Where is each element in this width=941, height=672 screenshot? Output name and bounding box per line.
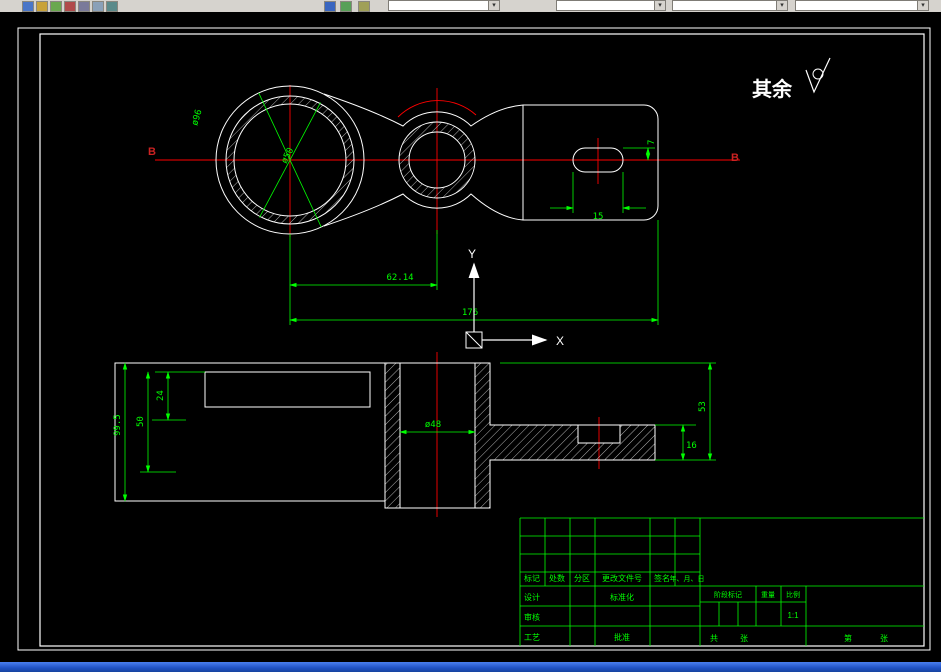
titleblock-weight: 重量: [761, 591, 775, 599]
dim-total-depth: 99.5: [113, 414, 123, 436]
toolbar-icon-pan[interactable]: [106, 1, 118, 12]
toolbar-icon-layer-prev[interactable]: [358, 1, 370, 12]
titleblock-rev-date: 年、月、日: [670, 574, 705, 583]
toolbar-color-combobox[interactable]: ▾: [556, 0, 666, 11]
toolbar-lineweight-combobox[interactable]: ▾: [795, 0, 929, 11]
titleblock-process: 工艺: [524, 633, 540, 642]
ucs-icon: Y X: [465, 247, 564, 349]
roughness-symbol-icon: [805, 57, 831, 94]
dim-bore-depth: 50: [136, 416, 146, 427]
section-outline: [114, 362, 656, 509]
toolbar-icon-layer[interactable]: [324, 1, 336, 12]
toolbar-icon-new[interactable]: [22, 1, 34, 12]
ucs-x-label: X: [556, 334, 564, 348]
surface-roughness-note: 其余: [752, 57, 831, 101]
toolbar-icon-save[interactable]: [50, 1, 62, 12]
titleblock-stage-mark: 阶段标记: [714, 590, 742, 599]
dim-bore-diameter: ø50: [280, 146, 296, 165]
taskbar[interactable]: [0, 662, 941, 672]
titleblock-rev-sign: 签名: [654, 573, 670, 583]
titleblock-sheet-index-suffix: 张: [880, 634, 888, 643]
titleblock-sheet-index-prefix: 第: [844, 633, 852, 643]
ucs-y-label: Y: [468, 247, 476, 261]
toolbar-icon-open[interactable]: [36, 1, 48, 12]
titleblock-approve: 批准: [614, 632, 630, 642]
toolbar-icon-print[interactable]: [64, 1, 76, 12]
dim-right-height: 53: [698, 401, 708, 412]
titleblock-rev-docno: 更改文件号: [602, 573, 642, 583]
toolbar-icon-redo[interactable]: [92, 1, 104, 12]
title-block: 标记 处数 分区 更改文件号 签名 年、月、日 设计 标准化 审核 工艺 批准 …: [519, 517, 924, 646]
dim-slot-length: 15: [593, 212, 604, 222]
section-label-right: B: [731, 152, 739, 164]
drawing-frame: [17, 27, 931, 651]
section-view: ø48 24 50 99.5 16 53: [113, 352, 716, 517]
chevron-down-icon[interactable]: ▾: [917, 1, 928, 10]
dim-flange-thickness: 16: [686, 441, 697, 451]
titleblock-scale: 比例: [786, 590, 800, 599]
toolbar-icon-layer-props[interactable]: [340, 1, 352, 12]
dim-slot-offset: 7: [647, 140, 657, 145]
top-view: ø96 ø50 62.14 176 15 7 B B: [148, 85, 740, 325]
toolbar-linetype-combobox[interactable]: ▾: [672, 0, 788, 11]
titleblock-standardization: 标准化: [610, 592, 634, 602]
chevron-down-icon[interactable]: ▾: [488, 1, 499, 10]
toolbar-layer-combobox[interactable]: ▾: [388, 0, 500, 11]
titleblock-sheet-total-prefix: 共: [710, 634, 718, 643]
dim-mid-bore: ø48: [425, 420, 441, 430]
surface-note-text: 其余: [752, 77, 793, 101]
toolbar-icon-undo[interactable]: [78, 1, 90, 12]
titleblock-rev-count: 处数: [549, 573, 565, 583]
titleblock-scale-value: 1:1: [787, 611, 799, 620]
titleblock-check: 审核: [524, 612, 540, 622]
titleblock-design: 设计: [524, 592, 540, 602]
titleblock-rev-mark: 标记: [524, 573, 540, 583]
dim-boss-diameter: ø96: [190, 108, 204, 126]
section-label-left: B: [148, 146, 156, 158]
titleblock-sheet-total-suffix: 张: [740, 634, 748, 643]
chevron-down-icon[interactable]: ▾: [776, 1, 787, 10]
cad-canvas[interactable]: ø96 ø50 62.14 176 15 7 B B Y X 其余 ø48 24…: [0, 12, 941, 662]
titleblock-rev-zone: 分区: [574, 574, 590, 583]
dim-overall-length: 176: [462, 308, 478, 318]
dim-center-distance: 62.14: [386, 273, 413, 283]
chevron-down-icon[interactable]: ▾: [654, 1, 665, 10]
dim-step-depth: 24: [156, 390, 166, 401]
